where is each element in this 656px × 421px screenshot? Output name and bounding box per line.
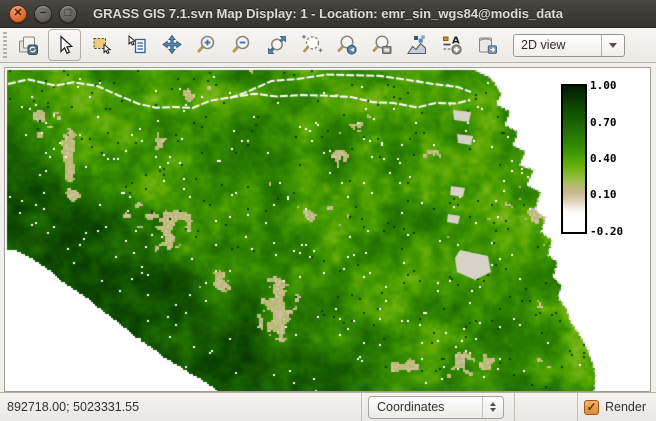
close-button[interactable]: ✕ [9, 5, 27, 23]
render-map-button[interactable] [13, 30, 42, 60]
zoom-extent-icon [266, 34, 288, 56]
select-features-button[interactable] [87, 30, 116, 60]
view-mode-dropdown[interactable]: 2D view [513, 34, 625, 57]
statusbar-mode-value: Coordinates [369, 400, 482, 414]
view-mode-value: 2D view [514, 38, 601, 52]
zoom-options-icon [371, 34, 393, 56]
maximize-button[interactable]: □ [59, 5, 77, 23]
pan-button[interactable] [157, 30, 186, 60]
zoom-in-button[interactable] [192, 30, 221, 60]
titlebar: ✕ − □ GRASS GIS 7.1.svn Map Display: 1 -… [0, 0, 656, 28]
render-map-icon [17, 34, 39, 56]
render-checkbox[interactable]: ✓ [584, 400, 599, 415]
minimize-button[interactable]: − [34, 5, 52, 23]
statusbar-mode-select[interactable]: Coordinates [368, 396, 504, 419]
zoom-region-button[interactable] [297, 30, 326, 60]
map-canvas[interactable] [5, 68, 650, 391]
add-map-elements-icon: A [441, 34, 463, 56]
save-display-button[interactable] [472, 30, 501, 60]
zoom-out-button[interactable] [227, 30, 256, 60]
zoom-options-button[interactable] [367, 30, 396, 60]
analyze-map-button[interactable] [402, 30, 431, 60]
chevron-down-icon [609, 43, 617, 48]
map-toolbar: A 2D view [0, 28, 656, 63]
pointer-button[interactable] [48, 29, 81, 61]
toolbar-grip-handle[interactable] [3, 32, 7, 58]
window-controls: ✕ − □ [9, 5, 77, 23]
spinner-arrows-icon [482, 397, 503, 418]
render-section: ✓ Render [584, 393, 656, 421]
window-title: GRASS GIS 7.1.svn Map Display: 1 - Locat… [93, 6, 563, 21]
zoom-back-button[interactable] [332, 30, 361, 60]
zoom-in-icon [196, 34, 218, 56]
zoom-out-icon [231, 34, 253, 56]
zoom-extent-button[interactable] [262, 30, 291, 60]
zoom-back-icon [336, 34, 358, 56]
analyze-map-icon [406, 34, 428, 56]
query-button[interactable] [122, 30, 151, 60]
pointer-coordinates: 892718.00; 5023331.55 [0, 393, 362, 421]
save-display-icon [476, 34, 498, 56]
add-map-elements-button[interactable]: A [437, 30, 466, 60]
select-features-icon [91, 34, 113, 56]
map-display-area: 1.00 0.70 0.40 0.10 -0.20 [4, 67, 651, 392]
statusbar: 892718.00; 5023331.55 Coordinates ✓ Rend… [0, 392, 656, 421]
render-checkbox-label: Render [605, 400, 646, 414]
query-icon [126, 34, 148, 56]
dropdown-arrow-button[interactable] [601, 35, 624, 56]
statusbar-progress-section [515, 393, 578, 421]
zoom-region-icon [301, 34, 323, 56]
pointer-icon [54, 34, 76, 56]
pan-icon [161, 34, 183, 56]
statusbar-mode-section: Coordinates [362, 393, 515, 421]
grass-map-display-window: ✕ − □ GRASS GIS 7.1.svn Map Display: 1 -… [0, 0, 656, 421]
